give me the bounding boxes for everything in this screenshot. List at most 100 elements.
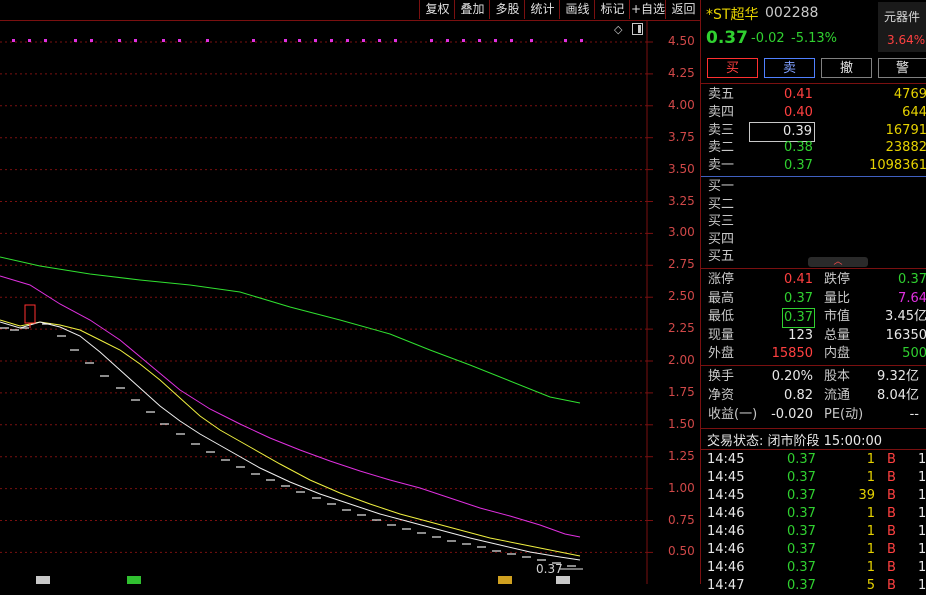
tick-time: 14:45 — [707, 452, 745, 467]
signal-dot — [446, 39, 449, 42]
bid-row[interactable]: 买二 — [701, 196, 926, 214]
tick-count: 1 — [918, 560, 926, 575]
stats-row: 最低 0.37 市值 3.45亿 — [701, 308, 926, 329]
ask-row[interactable]: 卖三 0.39 16791 — [701, 121, 926, 142]
y-tick-label: 1.25 — [668, 448, 695, 463]
tick-row: 14:45 0.37 39 B 1 — [701, 487, 926, 505]
stat-label: 内盘 — [824, 346, 851, 362]
tick-volume: 1 — [866, 542, 875, 557]
signal-dot — [314, 39, 317, 42]
tick-row: 14:47 0.37 5 B 1 — [701, 577, 926, 595]
bid-row[interactable]: 买三 — [701, 213, 926, 231]
tick-count: 1 — [918, 578, 926, 593]
ask-volume: 16791 — [885, 122, 926, 138]
tick-volume: 1 — [866, 524, 875, 539]
bid-label: 买五 — [708, 249, 735, 265]
tick-time: 14:46 — [707, 506, 745, 521]
stat-value: 16350 — [885, 327, 926, 343]
stats-row: 外盘 15850 内盘 500 — [701, 345, 926, 363]
diamond-icon[interactable]: ◇ — [614, 23, 622, 36]
signal-dot — [378, 39, 381, 42]
ask-row[interactable]: 卖一 0.37 1098361 — [701, 157, 926, 175]
tick-price: 0.37 — [787, 452, 816, 467]
fin-value: 0.82 — [784, 388, 813, 404]
bid-label: 买四 — [708, 231, 735, 247]
toolbar-multistock-button[interactable]: 多股 — [489, 0, 525, 19]
signal-dot — [90, 39, 93, 42]
signal-dot — [298, 39, 301, 42]
ask-row[interactable]: 卖二 0.38 23882 — [701, 139, 926, 157]
toolbar-stats-button[interactable]: 统计 — [524, 0, 560, 19]
tick-count: 1 — [918, 452, 926, 467]
tick-volume: 39 — [858, 488, 875, 503]
signal-dot — [494, 39, 497, 42]
fin-value: -- — [909, 407, 919, 423]
trade-status: 交易状态: 闭市阶段 15:00:00 — [707, 434, 883, 449]
signal-dot — [530, 39, 533, 42]
buy-button[interactable]: 买 — [707, 58, 758, 78]
tick-side: B — [887, 452, 896, 467]
stat-value: 500 — [902, 346, 926, 362]
fin-value: 0.20% — [771, 369, 813, 384]
tick-price: 0.37 — [787, 470, 816, 485]
stat-value: 0.37 — [782, 308, 815, 329]
toolbar-draw-button[interactable]: 画线 — [559, 0, 595, 19]
tick-row: 14:46 0.37 1 B 1 — [701, 559, 926, 577]
ask-row[interactable]: 卖五 0.41 4769 — [701, 86, 926, 104]
alert-button[interactable]: 警 — [878, 58, 926, 78]
signal-dot — [178, 39, 181, 42]
signal-dot — [330, 39, 333, 42]
stat-value: 0.41 — [784, 272, 813, 287]
collapse-chevron-icon[interactable]: ︿ — [808, 257, 868, 267]
tick-price: 0.37 — [787, 560, 816, 575]
sector-name: 元器件 — [884, 10, 921, 24]
toolbar-back-button[interactable]: 返回 — [665, 0, 701, 19]
toolbar-add-watchlist-button[interactable]: +自选 — [629, 0, 666, 19]
panel-toggle-icon[interactable] — [632, 23, 643, 35]
y-tick-label: 4.00 — [668, 97, 695, 112]
ask-row[interactable]: 卖四 0.40 644 — [701, 104, 926, 122]
stock-name: *ST超华 — [706, 7, 759, 23]
y-tick-label: 3.50 — [668, 161, 695, 176]
toolbar-overlay-button[interactable]: 叠加 — [454, 0, 490, 19]
signal-dot — [362, 39, 365, 42]
signal-dot — [74, 39, 77, 42]
ask-label: 卖一 — [708, 158, 735, 174]
ask-price: 0.41 — [784, 87, 813, 102]
sell-button[interactable]: 卖 — [764, 58, 815, 78]
y-tick-label: 3.00 — [668, 225, 695, 240]
stat-label: 市值 — [824, 309, 851, 325]
y-tick-label: 2.25 — [668, 321, 695, 336]
tick-volume: 1 — [866, 470, 875, 485]
stat-label: 现量 — [708, 327, 735, 343]
tick-time: 14:47 — [707, 578, 745, 593]
toolbar-fuquan-button[interactable]: 复权 — [419, 0, 455, 19]
current-price: 0.37 — [706, 28, 748, 48]
tick-volume: 1 — [866, 452, 875, 467]
tick-time: 14:46 — [707, 542, 745, 557]
kline-chart-svg — [0, 20, 653, 584]
divider — [701, 83, 926, 84]
signal-dot — [284, 39, 287, 42]
tick-time: 14:46 — [707, 560, 745, 575]
bid-row[interactable]: 买四 — [701, 231, 926, 249]
period-marker — [127, 576, 141, 584]
sector-box[interactable]: 元器件 3.64% — [878, 2, 926, 52]
kline-chart[interactable]: 4.50 4.25 4.00 3.75 3.50 3.25 3.00 2.75 2.50 2.25… — [0, 20, 700, 584]
quote-panel: *ST超华 002288 元器件 3.64% 0.37 -0.02 -5.13%… — [700, 0, 926, 593]
tick-row: 14:46 0.37 1 B 1 — [701, 523, 926, 541]
toolbar-mark-button[interactable]: 标记 — [594, 0, 630, 19]
stat-label: 最高 — [708, 290, 735, 306]
bid-row[interactable]: 买一 — [701, 178, 926, 196]
signal-dot — [462, 39, 465, 42]
finance-row: 收益(一) -0.020 PE(动) -- — [701, 406, 926, 424]
cancel-order-button[interactable]: 撤 — [821, 58, 872, 78]
ask-price: 0.40 — [784, 104, 813, 120]
signal-dot — [580, 39, 583, 42]
tick-side: B — [887, 524, 896, 539]
stat-value: 0.37 — [898, 272, 926, 287]
signal-dot — [346, 39, 349, 42]
ask-price: 0.37 — [784, 158, 813, 174]
finance-row: 净资 0.82 流通 8.04亿 — [701, 387, 926, 405]
tick-row: 14:45 0.37 1 B 1 — [701, 451, 926, 469]
